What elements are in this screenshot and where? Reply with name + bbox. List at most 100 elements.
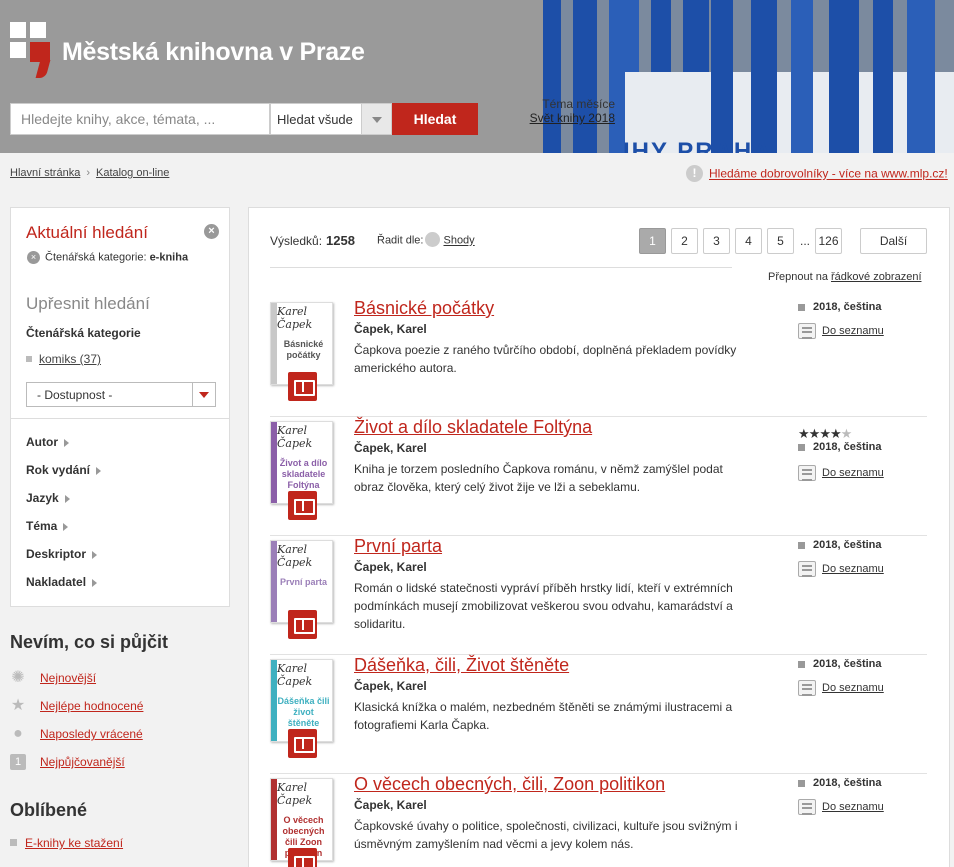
page-last[interactable]: 126 (815, 228, 842, 254)
facet-publisher[interactable]: Nakladatel (26, 575, 98, 589)
sort-value[interactable]: Shody (443, 235, 474, 247)
results-panel: Výsledků: 1258 Řadit dle: Shody 1 2 3 4 5 … (248, 207, 950, 867)
clear-search-close-icon[interactable]: × (204, 224, 219, 239)
ebook-icon (288, 848, 317, 867)
add-to-list[interactable]: Do seznamu (798, 323, 884, 339)
ebook-icon (288, 729, 317, 758)
add-to-list[interactable]: Do seznamu (798, 680, 884, 696)
search-sidebar: Aktuální hledání × × Čtenářská kategorie:… (10, 207, 230, 607)
facet-descriptor[interactable]: Deskriptor (26, 547, 98, 561)
facet-year[interactable]: Rok vydání (26, 463, 102, 477)
star-icon: ★ (840, 426, 853, 441)
breadcrumb-home[interactable]: Hlavní stránka (10, 167, 80, 179)
bullet-icon (798, 660, 805, 668)
suggest-most-borrowed[interactable]: 1 Nejpůjčovanější (10, 754, 125, 770)
add-to-list-link[interactable]: Do seznamu (822, 682, 884, 694)
book-meta: 2018, čeština (798, 301, 882, 313)
suggest-link[interactable]: Nejpůjčovanější (40, 755, 125, 769)
ebook-icon (288, 372, 317, 401)
suggest-returned[interactable]: ● Naposledy vrácené (10, 726, 143, 742)
facet-author[interactable]: Autor (26, 435, 69, 449)
list-icon[interactable] (798, 680, 816, 696)
book-language: , čeština (837, 301, 882, 314)
page-4[interactable]: 4 (735, 228, 762, 254)
category-link-komiks[interactable]: komiks (37) (39, 352, 101, 366)
book-meta: 2018, čeština (798, 777, 882, 789)
page-2[interactable]: 2 (671, 228, 698, 254)
book-description: Klasická knížka o malém, nezbedném štěně… (354, 700, 733, 732)
month-banner-image[interactable]: IHY PRAHA (543, 0, 954, 153)
add-to-list[interactable]: Do seznamu (798, 465, 884, 481)
refine-search-title: Upřesnit hledání (26, 294, 150, 313)
category-item: komiks (37) (26, 351, 101, 366)
add-to-list-link[interactable]: Do seznamu (822, 467, 884, 479)
cover-title: Život a dílo skladatele Foltýna (279, 458, 328, 490)
suggest-link[interactable]: Nejnovější (40, 671, 96, 685)
page-3[interactable]: 3 (703, 228, 730, 254)
remove-filter-icon[interactable]: × (27, 251, 40, 264)
search-input[interactable] (10, 103, 270, 135)
cover-signature: Karel Čapek (277, 424, 313, 450)
book-description: Čapkova poezie z raného tvůrčího období,… (354, 343, 737, 375)
book-language: , čeština (837, 539, 882, 552)
cover-signature: Karel Čapek (277, 781, 313, 807)
next-page-button[interactable]: Další (860, 228, 927, 254)
facet-topic[interactable]: Téma (26, 519, 69, 533)
availability-select[interactable]: - Dostupnost - (26, 382, 216, 407)
breadcrumb-catalog[interactable]: Katalog on-line (96, 167, 169, 179)
add-to-list-link[interactable]: Do seznamu (822, 801, 884, 813)
search-button[interactable]: Hledat (392, 103, 478, 135)
library-logo[interactable] (10, 22, 52, 78)
site-title[interactable]: Městská knihovna v Praze (62, 38, 365, 67)
sort-dropdown-icon[interactable] (425, 232, 441, 247)
pagination-ellipsis: ... (800, 234, 811, 248)
bullet-icon (798, 779, 805, 787)
result-item: Karel Čapek Básnické počátky Básnické počá… (270, 298, 927, 417)
book-meta: 2018, čeština (798, 658, 882, 670)
book-author: Čapek, Karel (354, 798, 427, 812)
result-item: Karel ČapekO věcech obecných čili Zoon p… (270, 774, 927, 867)
facet-label: Autor (26, 435, 58, 449)
list-icon[interactable] (798, 465, 816, 481)
facet-label: Rok vydání (26, 463, 91, 477)
volunteer-link[interactable]: Hledáme dobrovolníky - více na www.mlp.c… (709, 167, 948, 181)
availability-value: - Dostupnost - (37, 388, 113, 402)
book-title-link[interactable]: O věcech obecných, čili, Zoon politikon (354, 774, 665, 795)
facet-label: Deskriptor (26, 547, 87, 561)
page-5[interactable]: 5 (767, 228, 794, 254)
result-item: Karel Čapek První parta První parta Čapek, … (270, 536, 927, 655)
chevron-down-icon[interactable] (361, 104, 391, 134)
cover-title: Dášeňka čili život štěněte (277, 696, 330, 728)
star-icon: ★ (819, 426, 831, 441)
add-to-list[interactable]: Do seznamu (798, 799, 884, 815)
favorites-link-ebooks[interactable]: E-knihy ke stažení (25, 836, 123, 850)
chevron-right-icon (92, 550, 98, 559)
suggest-newest[interactable]: ✺ Nejnovější (10, 670, 96, 686)
suggest-link[interactable]: Naposledy vrácené (40, 727, 143, 741)
add-to-list-link[interactable]: Do seznamu (822, 325, 884, 337)
view-switch-label: Přepnout na (768, 271, 828, 283)
month-theme-link[interactable]: Svět knihy 2018 (510, 111, 615, 125)
book-title-link[interactable]: Život a dílo skladatele Foltýna (354, 417, 592, 438)
book-meta: 2018, čeština (798, 441, 882, 453)
search-scope-select[interactable]: Hledat všude (270, 103, 392, 135)
suggest-link[interactable]: Nejlépe hodnocené (40, 699, 143, 713)
add-to-list[interactable]: Do seznamu (798, 561, 884, 577)
book-title-link[interactable]: Básnické počátky (354, 298, 494, 319)
book-language: , čeština (837, 777, 882, 790)
facet-language[interactable]: Jazyk (26, 491, 70, 505)
facet-label: Nakladatel (26, 575, 87, 589)
breadcrumb: Hlavní stránka › Katalog on-line (10, 167, 169, 179)
suggest-top-rated[interactable]: ★ Nejlépe hodnocené (10, 698, 144, 714)
list-icon[interactable] (798, 323, 816, 339)
list-icon[interactable] (798, 561, 816, 577)
cover-signature: Karel Čapek (277, 543, 313, 569)
list-icon[interactable] (798, 799, 816, 815)
filter-value: e-kniha (149, 251, 189, 264)
add-to-list-link[interactable]: Do seznamu (822, 563, 884, 575)
page-1[interactable]: 1 (639, 228, 666, 254)
book-title-link[interactable]: Dášeňka, čili, Život štěněte (354, 655, 569, 676)
book-title-link[interactable]: První parta (354, 536, 442, 557)
row-view-link[interactable]: řádkové zobrazení (831, 271, 922, 283)
chevron-down-icon[interactable] (192, 383, 215, 406)
